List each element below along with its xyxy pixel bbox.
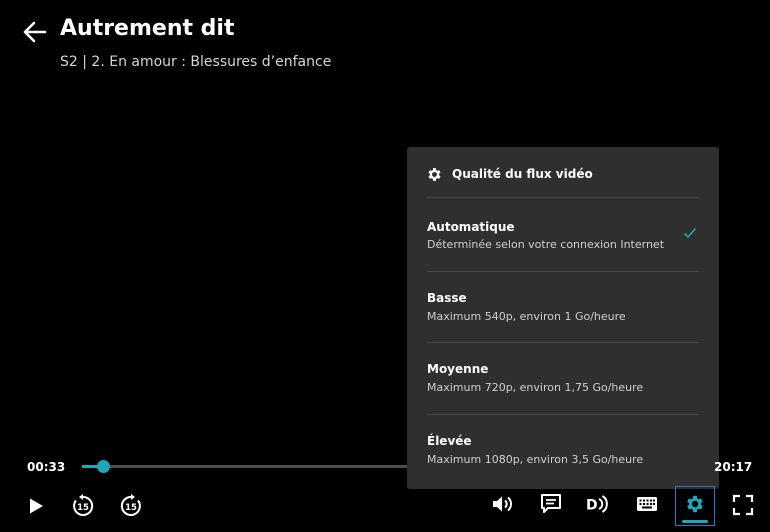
- quality-option-automatique[interactable]: Automatique Déterminée selon votre conne…: [407, 199, 719, 269]
- gear-icon: [428, 167, 441, 181]
- back-button[interactable]: [22, 20, 48, 44]
- svg-text:D: D: [586, 498, 598, 514]
- svg-text:15: 15: [125, 503, 137, 513]
- quality-option-label: Moyenne: [427, 362, 489, 376]
- total-time: 20:17: [714, 460, 753, 474]
- quality-option-description: Déterminée selon votre connexion Interne…: [427, 238, 665, 251]
- settings-active-indicator: [682, 520, 708, 523]
- quality-option-label: Basse: [427, 291, 467, 305]
- page-title: Autrement dit: [60, 16, 235, 41]
- volume-icon: [493, 496, 512, 512]
- audio-description-icon: D: [586, 495, 608, 514]
- checkmark-icon: [683, 227, 697, 239]
- settings-icon: [687, 495, 703, 513]
- subtitles-icon: [541, 494, 561, 513]
- quality-option-basse[interactable]: Basse Maximum 540p, environ 1 Go/heure: [407, 271, 719, 341]
- forward-15-icon: 15: [120, 494, 141, 516]
- divider: [427, 197, 699, 198]
- quality-option-description: Maximum 720p, environ 1,75 Go/heure: [427, 381, 644, 394]
- quality-option-elevee[interactable]: Élevée Maximum 1080p, environ 3,5 Go/heu…: [407, 414, 719, 484]
- quality-menu-title: Qualité du flux vidéo: [452, 167, 593, 181]
- progress-handle[interactable]: [97, 460, 110, 473]
- quality-option-label: Élevée: [427, 434, 472, 448]
- play-button[interactable]: [22, 492, 50, 520]
- fullscreen-button[interactable]: [729, 491, 757, 519]
- play-icon: [30, 498, 43, 514]
- quality-option-description: Maximum 540p, environ 1 Go/heure: [427, 310, 626, 323]
- quality-option-label: Automatique: [427, 220, 515, 234]
- quality-option-moyenne[interactable]: Moyenne Maximum 720p, environ 1,75 Go/he…: [407, 342, 719, 412]
- quality-menu: Qualité du flux vidéo Automatique Déterm…: [407, 147, 719, 489]
- svg-text:15: 15: [77, 503, 89, 513]
- quality-menu-header: Qualité du flux vidéo: [426, 164, 593, 184]
- keyboard-icon: [637, 497, 657, 511]
- rewind-15-icon: 15: [73, 494, 94, 516]
- quality-option-description: Maximum 1080p, environ 3,5 Go/heure: [427, 453, 644, 466]
- volume-button[interactable]: [489, 490, 517, 518]
- rewind-15-button[interactable]: 15: [69, 492, 97, 520]
- progress-track[interactable]: [82, 465, 407, 468]
- arrow-left-icon: [23, 21, 47, 43]
- subtitles-button[interactable]: [537, 490, 565, 518]
- current-time: 00:33: [27, 460, 66, 474]
- fullscreen-icon: [732, 494, 754, 516]
- forward-15-button[interactable]: 15: [117, 492, 145, 520]
- keyboard-shortcuts-button[interactable]: [633, 490, 661, 518]
- audio-description-button[interactable]: D: [584, 490, 612, 518]
- episode-subtitle: S2 | 2. En amour : Blessures d’enfance: [60, 54, 332, 70]
